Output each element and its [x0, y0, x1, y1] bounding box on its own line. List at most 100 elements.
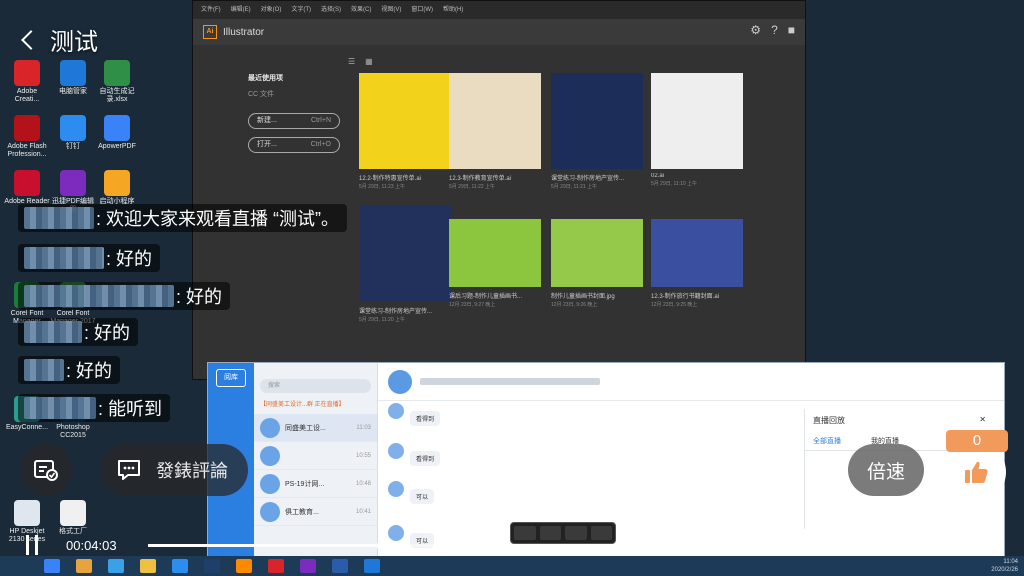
desktop-icon-label: Adobe Creati... — [14, 88, 40, 103]
open-file-button: 打开... Ctrl+O — [248, 137, 340, 153]
illustrator-menu-item: 帮助(H) — [443, 7, 464, 13]
chat-message: 看得到 — [388, 403, 441, 426]
blurred-group-name — [420, 378, 600, 385]
desktop-icon: Adobe Creati... — [4, 60, 50, 104]
user-icon: ■ — [787, 23, 795, 37]
conversation-time: 10:48 — [355, 480, 371, 487]
desktop-icon-label: 钉钉 — [66, 143, 80, 150]
qq-live-banner: 【同盛美工设计...群 正在直播】 — [260, 402, 345, 408]
file-name: 12.3-制作教育宣传单.ai — [449, 176, 512, 182]
illustrator-titlebar: Ai Illustrator — [193, 19, 805, 45]
file-preview-image — [359, 206, 451, 302]
qq-search-box: 搜索 — [260, 379, 371, 393]
conversation-name: PS-19计网... — [285, 480, 325, 488]
live-comment: : 好的 — [18, 356, 121, 384]
illustrator-window: 文件(F) 编辑(E) 对象(O) 文字(T) 选择(S) 效果(C) 视图(V) 窗口(W)… — [192, 0, 806, 380]
avatar — [260, 445, 280, 466]
comment-text: : 好的 — [176, 287, 223, 307]
file-preview-image — [449, 219, 541, 287]
message-bubble: 看得到 — [410, 451, 441, 466]
qq-conversation-item: 10:55 — [254, 442, 377, 470]
message-bubble: 可以 — [410, 489, 435, 504]
group-avatar — [388, 369, 412, 394]
pause-icon-bar — [35, 535, 38, 555]
speech-bubble-icon — [118, 460, 140, 480]
blurred-username — [24, 247, 104, 269]
comment-text: : 能听到 — [98, 399, 163, 419]
desktop-icon: Adobe Flash Profession... — [4, 115, 50, 159]
comment-text: : 欢迎大家来观看直播 “测试”。 — [96, 209, 339, 229]
qq-conversation-item: PS-19计网... 10:48 — [254, 470, 377, 498]
desktop-icon: Adobe Reader — [4, 170, 50, 206]
playback-controls: 00:04:03 00:13:25 — [0, 528, 1024, 562]
recent-file-thumbnail: 课后习题-制作儿童插画书... 12月 23日, 9:27 晚上 — [449, 219, 541, 308]
recent-file-thumbnail: 12.2-制作特惠宣传单.ai 5月 29日, 11:23 上午 — [359, 73, 451, 190]
message-bubble: 看得到 — [410, 411, 441, 426]
conversation-time: 11:03 — [356, 424, 371, 431]
illustrator-menubar: 文件(F) 编辑(E) 对象(O) 文字(T) 选择(S) 效果(C) 视图(V) 窗口(W)… — [193, 1, 805, 19]
app-icon — [104, 60, 130, 86]
pause-button[interactable] — [24, 535, 40, 555]
clock-date: 2020/2/26 — [991, 567, 1018, 573]
conversation-time: 10:55 — [355, 452, 371, 459]
app-icon — [60, 60, 86, 86]
file-name: 12.2-制作特惠宣传单.ai — [359, 176, 422, 182]
playback-speed-button[interactable]: 倍速 — [848, 444, 924, 496]
conversation-name: 同盛美工设... — [285, 424, 326, 432]
qq-chat-header — [378, 363, 1004, 401]
illustrator-menu-item: 选择(S) — [321, 7, 342, 13]
recent-file-thumbnail: 12.3-制作旅行书籍封面.ai 12月 23日, 9:25 晚上 — [651, 219, 743, 308]
desktop-icon: 启动小程序 — [94, 170, 140, 206]
progress-fill — [148, 544, 386, 547]
view-toggle-icons: ☰▦ — [348, 57, 383, 66]
progress-handle[interactable] — [377, 537, 395, 554]
open-file-shortcut: Ctrl+O — [310, 141, 331, 148]
post-comment-button[interactable]: 發錶評論 — [100, 444, 248, 496]
pause-icon-bar — [26, 535, 29, 555]
live-comment: : 好的 — [18, 244, 161, 272]
recent-file-thumbnail: 课堂练习-制作房地产宣传... 5月 29日, 11:21 上午 — [551, 73, 643, 190]
qq-conversation-item: 俱工教育... 10:41 — [254, 498, 377, 526]
file-preview-image — [651, 73, 743, 169]
like-count-badge: 0 — [946, 430, 1008, 452]
app-icon — [60, 500, 86, 526]
file-date: 5月 29日, 11:20 上午 — [359, 317, 406, 323]
file-name: 课堂练习-制作房地产宣传... — [359, 309, 432, 315]
blurred-username — [24, 285, 174, 307]
illustrator-tool-icons: ⚙ ? ■ — [750, 23, 795, 37]
file-preview-image — [449, 73, 541, 169]
file-name: 制作儿童插画书封面.jpg — [551, 294, 615, 300]
app-icon — [104, 170, 130, 196]
chevron-left-icon — [21, 29, 41, 50]
file-date: 12月 23日, 9:27 晚上 — [449, 302, 496, 308]
file-preview-image — [551, 73, 643, 169]
avatar — [388, 443, 404, 459]
back-button[interactable]: 测试 — [18, 22, 98, 57]
conversation-name: 俱工教育... — [285, 508, 319, 516]
illustrator-menu-item: 窗口(W) — [411, 7, 434, 13]
illustrator-menu-item: 编辑(E) — [230, 7, 251, 13]
app-icon — [14, 60, 40, 86]
avatar — [260, 501, 280, 522]
illustrator-menu-item: 效果(C) — [351, 7, 372, 13]
comment-text: : 好的 — [66, 361, 113, 381]
progress-bar[interactable] — [148, 537, 934, 554]
illustrator-app-name: Illustrator — [223, 26, 265, 38]
live-replay-player: Adobe Creati... 电脑管家 自动生成记录.xlsx Adobe Flas… — [0, 0, 1024, 576]
cc-files-label: CC 文件 — [248, 91, 275, 98]
app-icon — [60, 115, 86, 141]
file-date: 5月 29日, 11:10 上午 — [651, 181, 698, 187]
file-preview-image — [359, 73, 451, 169]
blurred-username — [24, 359, 64, 381]
new-file-button: 新建... Ctrl+N — [248, 113, 340, 129]
illustrator-menu-item: 对象(O) — [260, 7, 282, 13]
comment-toggle-icon — [34, 460, 58, 481]
desktop-icon-label: Photoshop CC2015 — [56, 424, 90, 439]
avatar — [388, 481, 404, 497]
app-icon — [104, 115, 130, 141]
danmaku-toggle-button[interactable] — [20, 444, 72, 496]
live-comment: : 好的 — [18, 282, 231, 310]
desktop-icon-label: Adobe Flash Profession... — [7, 143, 47, 158]
qq-conversations: 同盛美工设... 11:03 10:55 PS-19计网... 10:48 俱工教育...… — [254, 414, 377, 526]
blurred-username — [24, 397, 96, 419]
